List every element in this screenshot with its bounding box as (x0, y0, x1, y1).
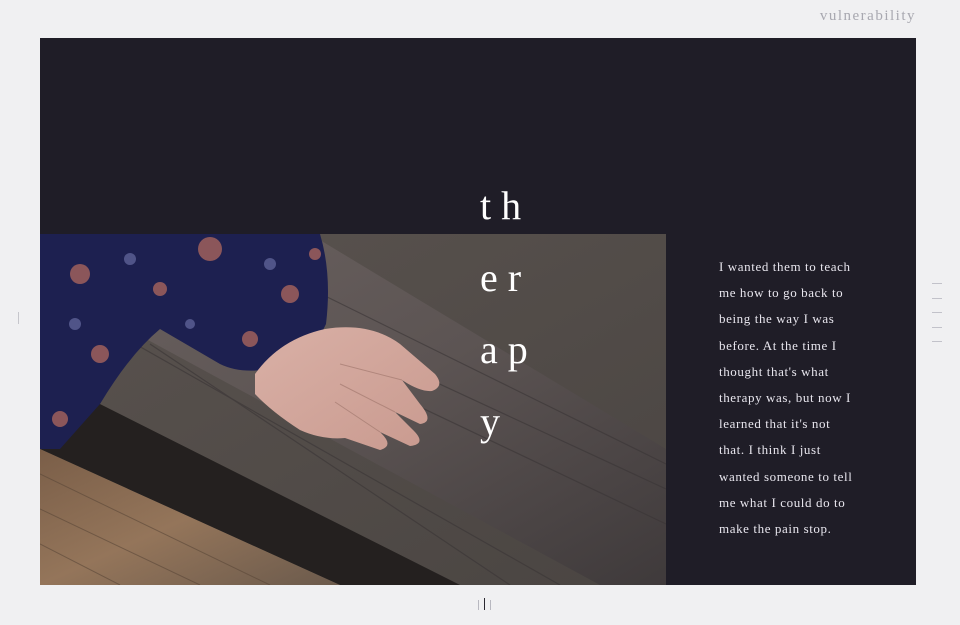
story-title: th er ap y (480, 170, 538, 458)
quote-line: I wanted them to teach (719, 259, 851, 274)
quote-line: that. I think I just (719, 442, 821, 458)
side-nav-item[interactable] (932, 312, 942, 313)
hand-on-bench-photo (40, 234, 666, 585)
quote-line: thought that's what (719, 363, 829, 379)
pager-dot[interactable] (490, 600, 491, 610)
site-label[interactable]: vulnerability (820, 8, 916, 25)
title-line: ap (480, 327, 538, 372)
title-line: y (480, 399, 510, 444)
quote-line: me how to go back to (719, 285, 844, 301)
side-nav (932, 283, 942, 356)
title-line: th (480, 183, 532, 228)
quote-line: learned that it's not (719, 416, 831, 432)
side-nav-item[interactable] (932, 297, 942, 299)
pager-dot[interactable] (478, 600, 479, 610)
quote-line: make the pain stop. (719, 521, 832, 537)
story-panel: th er ap y I wanted them to teach me how… (40, 38, 916, 585)
title-line: er (480, 255, 532, 300)
pager-dot-active[interactable] (484, 598, 485, 610)
story-quote: I wanted them to teach me how to go back… (719, 254, 869, 542)
side-nav-item[interactable] (932, 341, 942, 342)
quote-line: therapy was, but now I (719, 390, 851, 406)
side-nav-item[interactable] (932, 283, 942, 284)
side-nav-item[interactable] (932, 326, 942, 328)
quote-line: wanted someone to tell (719, 468, 853, 484)
side-left-indicator[interactable] (18, 312, 19, 324)
quote-line: before. At the time I (719, 337, 837, 353)
quote-line: me what I could do to (719, 494, 846, 510)
quote-line: being the way I was (719, 311, 835, 327)
pager (478, 598, 491, 610)
